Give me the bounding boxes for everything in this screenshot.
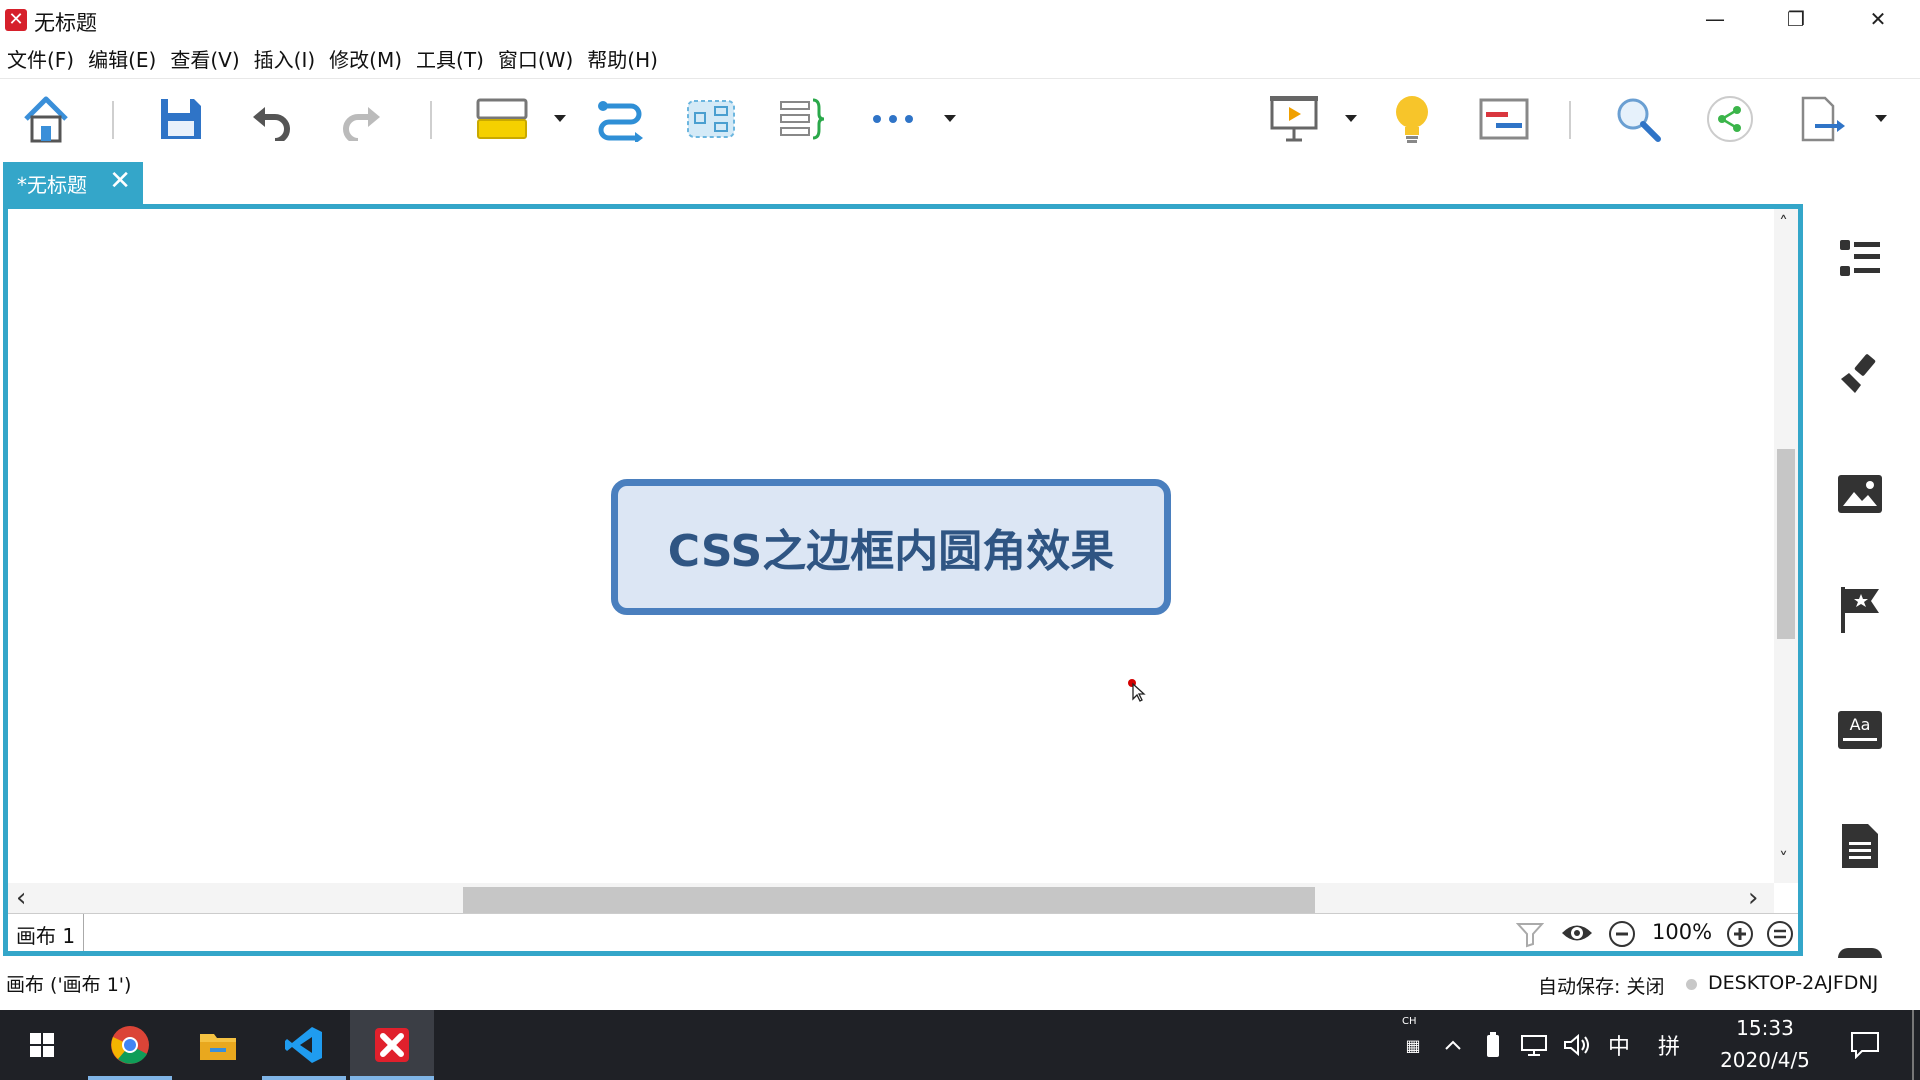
- redo-icon[interactable]: [336, 91, 388, 147]
- menu-bar: 文件(F) 编辑(E) 查看(V) 插入(I) 修改(M) 工具(T) 窗口(W…: [0, 40, 665, 74]
- chevron-up-icon[interactable]: [1438, 1010, 1468, 1080]
- tab-untitled[interactable]: *无标题 ✕: [3, 162, 143, 204]
- share-icon[interactable]: [1702, 91, 1758, 147]
- battery-icon[interactable]: [1478, 1010, 1508, 1080]
- export-dropdown-caret[interactable]: [1875, 115, 1887, 122]
- menu-edit[interactable]: 编辑(E): [81, 40, 163, 74]
- notes-icon[interactable]: [1836, 822, 1884, 870]
- eye-icon[interactable]: [1560, 920, 1594, 950]
- fit-view-icon[interactable]: [1766, 920, 1794, 952]
- central-topic[interactable]: CSS之边框内圆角效果: [611, 479, 1171, 615]
- text-style-icon[interactable]: Aa: [1836, 706, 1884, 754]
- window-title: 无标题: [34, 11, 97, 35]
- taskbar: CH ▦ 中 拼 15:33 2020/4/5: [0, 1010, 1920, 1080]
- sheet-bar: 画布 1 100%: [8, 913, 1798, 951]
- scroll-left-icon[interactable]: ‹: [16, 883, 26, 913]
- central-topic-text: CSS之边框内圆角效果: [667, 526, 1115, 577]
- format-brush-icon[interactable]: [1836, 352, 1884, 400]
- autosave-status[interactable]: 自动保存: 关闭: [1538, 972, 1664, 999]
- summary-icon[interactable]: [774, 91, 830, 147]
- menu-file[interactable]: 文件(F): [0, 40, 81, 74]
- more-panel-icon[interactable]: [1838, 948, 1882, 958]
- menu-view[interactable]: 查看(V): [163, 40, 246, 74]
- mouse-cursor-icon: [1128, 679, 1146, 707]
- toolbar: [0, 78, 1920, 156]
- clock-time[interactable]: 15:33: [1710, 1016, 1820, 1040]
- show-desktop-strip[interactable]: [1912, 1010, 1914, 1080]
- title-bar: ✕ 无标题 — ❐ ✕: [0, 0, 1920, 38]
- status-sheet-text: 画布 ('画布 1'): [6, 974, 132, 996]
- lightbulb-icon[interactable]: [1384, 91, 1440, 147]
- horizontal-scroll-thumb[interactable]: [463, 887, 1315, 913]
- close-button[interactable]: ✕: [1838, 0, 1918, 38]
- tab-close-icon[interactable]: ✕: [109, 166, 131, 196]
- home-icon[interactable]: [18, 91, 74, 147]
- vscode-icon[interactable]: [262, 1010, 346, 1080]
- presentation-icon[interactable]: [1266, 91, 1322, 147]
- xmind-app-icon: ✕: [5, 9, 27, 31]
- keyboard-icon[interactable]: ▦: [1398, 1010, 1428, 1080]
- menu-help[interactable]: 帮助(H): [580, 40, 665, 74]
- filter-icon[interactable]: [1515, 920, 1545, 952]
- undo-icon[interactable]: [245, 91, 297, 147]
- gantt-icon[interactable]: [1474, 91, 1534, 147]
- marker-flag-icon[interactable]: [1836, 586, 1884, 634]
- network-icon[interactable]: [1518, 1010, 1552, 1080]
- xmind-taskbar-icon[interactable]: [350, 1010, 434, 1080]
- menu-window[interactable]: 窗口(W): [491, 40, 580, 74]
- relationship-icon[interactable]: [592, 91, 648, 147]
- search-icon[interactable]: [1610, 91, 1666, 147]
- status-bar: 画布 ('画布 1') 自动保存: 关闭 DESKTOP-2AJFDNJ: [0, 962, 1920, 1006]
- topic-icon[interactable]: [472, 91, 532, 147]
- ime-mode[interactable]: 中: [1602, 1010, 1636, 1080]
- save-icon[interactable]: [155, 91, 207, 147]
- chrome-icon[interactable]: [88, 1010, 172, 1080]
- zoom-in-icon[interactable]: [1726, 920, 1754, 952]
- scroll-right-icon[interactable]: ›: [1748, 883, 1758, 913]
- computer-name: DESKTOP-2AJFDNJ: [1708, 972, 1879, 994]
- zoom-level: 100%: [1652, 920, 1713, 944]
- export-icon[interactable]: [1794, 91, 1850, 147]
- minimize-button[interactable]: —: [1675, 0, 1755, 38]
- ime-pinyin[interactable]: 拼: [1652, 1010, 1686, 1080]
- status-dot-icon: [1686, 979, 1697, 990]
- scroll-down-icon[interactable]: ˅: [1779, 849, 1788, 870]
- restore-button[interactable]: ❐: [1756, 0, 1836, 38]
- notification-icon[interactable]: [1840, 1010, 1890, 1080]
- zoom-out-icon[interactable]: [1608, 920, 1636, 952]
- boundary-icon[interactable]: [683, 91, 739, 147]
- volume-icon[interactable]: [1560, 1010, 1594, 1080]
- editor-frame: CSS之边框内圆角效果 ˄ ˅ ‹ › 画布 1 100%: [3, 204, 1803, 956]
- scroll-up-icon[interactable]: ˄: [1779, 213, 1788, 234]
- more-icon[interactable]: [868, 91, 918, 147]
- mindmap-canvas[interactable]: CSS之边框内圆角效果: [8, 209, 1774, 883]
- image-icon[interactable]: [1836, 470, 1884, 518]
- topic-dropdown-caret[interactable]: [554, 115, 566, 122]
- file-explorer-icon[interactable]: [176, 1010, 260, 1080]
- menu-modify[interactable]: 修改(M): [322, 40, 409, 74]
- menu-tools[interactable]: 工具(T): [409, 40, 491, 74]
- more-dropdown-caret[interactable]: [944, 115, 956, 122]
- sheet-tab[interactable]: 画布 1: [8, 914, 85, 951]
- presentation-dropdown-caret[interactable]: [1345, 115, 1357, 122]
- vertical-scroll-thumb[interactable]: [1777, 449, 1795, 639]
- tab-label: *无标题: [17, 172, 87, 197]
- outline-icon[interactable]: [1836, 234, 1884, 282]
- clock-date[interactable]: 2020/4/5: [1705, 1048, 1825, 1072]
- windows-start-icon[interactable]: [0, 1010, 84, 1080]
- menu-insert[interactable]: 插入(I): [247, 40, 323, 74]
- svg-text:Aa: Aa: [1850, 715, 1871, 734]
